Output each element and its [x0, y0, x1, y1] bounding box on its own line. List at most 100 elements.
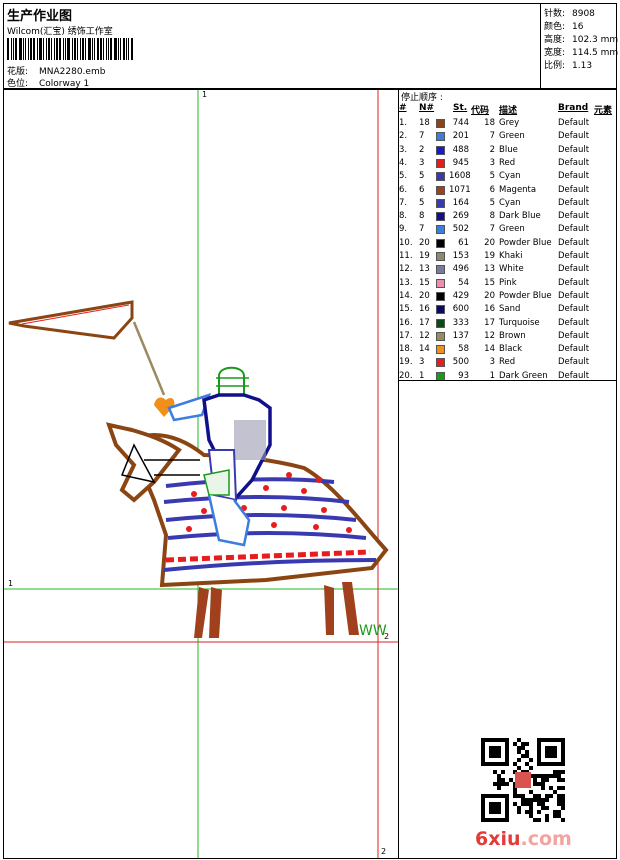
- stitch-count: 153: [452, 251, 469, 261]
- thread-brand: Default: [558, 197, 590, 208]
- thread-code: 3: [489, 357, 495, 368]
- thread-code: 20: [484, 237, 495, 248]
- row-number: 3.: [399, 144, 408, 155]
- legend-row: 16. 17 333 17 Turquoise Default: [399, 317, 616, 330]
- thread-code: 19: [484, 251, 495, 261]
- needle-number: 16: [419, 304, 430, 315]
- thread-code: 13: [484, 264, 495, 275]
- axis-label-bottom: 2: [381, 847, 387, 856]
- row-number: 7.: [399, 197, 408, 208]
- thread-brand: Default: [558, 211, 590, 222]
- thread-description: Khaki: [499, 251, 523, 261]
- stat-colors: 颜色: 16: [544, 22, 584, 32]
- col-code: 代码: [471, 106, 490, 116]
- stitch-count: 1071: [449, 184, 471, 195]
- thread-description: Cyan: [499, 197, 521, 208]
- stitch-count: 61: [458, 237, 469, 248]
- thread-description: Red: [499, 157, 516, 168]
- stitch-count: 500: [452, 357, 469, 368]
- header-info: 生产作业图 Wilcom(汇宝) 绣饰工作室 花版: MNA2280.emb 色位…: [4, 4, 541, 89]
- needle-number: 5: [419, 197, 425, 208]
- company-name: Wilcom(汇宝) 绣饰工作室: [7, 27, 113, 37]
- thread-code: 17: [484, 317, 495, 328]
- design-canvas: WW 1 1 2 2: [3, 89, 399, 859]
- needle-number: 19: [419, 251, 430, 261]
- thread-brand: Default: [558, 290, 590, 301]
- row-number: 13.: [399, 277, 413, 288]
- stop-sequence-title: 停止顺序 :: [401, 93, 443, 103]
- thread-brand: Default: [558, 171, 590, 182]
- needle-number: 15: [419, 277, 430, 288]
- thread-brand: Default: [558, 304, 590, 315]
- thread-description: Brown: [499, 330, 526, 341]
- thread-code: 5: [489, 171, 495, 182]
- row-number: 17.: [399, 330, 413, 341]
- header-panel: 生产作业图 Wilcom(汇宝) 绣饰工作室 花版: MNA2280.emb 色位…: [3, 3, 619, 89]
- legend-row: 3. 2 488 2 Blue Default: [399, 144, 616, 157]
- stitch-count: 54: [458, 277, 469, 288]
- color-swatch: [436, 331, 445, 341]
- row-number: 11.: [399, 251, 413, 261]
- thread-brand: Default: [558, 184, 590, 195]
- thread-brand: Default: [558, 264, 590, 275]
- thread-brand: Default: [558, 144, 590, 155]
- color-swatch: [436, 318, 445, 328]
- stitch-count: 201: [452, 131, 469, 142]
- stitch-count: 429: [452, 290, 469, 301]
- thread-code: 20: [484, 290, 495, 301]
- qr-code: [481, 738, 565, 822]
- axis-label-top: 1: [202, 90, 208, 99]
- thread-description: Sand: [499, 304, 521, 315]
- thread-code: 7: [489, 224, 495, 235]
- thread-description: Powder Blue: [499, 290, 552, 301]
- row-number: 1.: [399, 118, 408, 128]
- color-swatch: [436, 358, 445, 368]
- axis-label-right: 2: [384, 632, 390, 641]
- thread-description: Blue: [499, 144, 518, 155]
- legend-row: 4. 3 945 3 Red Default: [399, 157, 616, 170]
- stat-width: 宽度: 114.5 mm: [544, 48, 619, 58]
- legend-row: 11. 19 153 19 Khaki Default: [399, 250, 616, 263]
- thread-brand: Default: [558, 157, 590, 168]
- stitch-count: 488: [452, 144, 469, 155]
- stat-stitches: 针数: 8908: [544, 9, 595, 19]
- color-swatch: [436, 198, 445, 208]
- row-number: 8.: [399, 211, 408, 222]
- legend-row: 19. 3 500 3 Red Default: [399, 356, 616, 369]
- stat-height: 高度: 102.3 mm: [544, 35, 619, 45]
- row-number: 19.: [399, 357, 413, 368]
- thread-brand: Default: [558, 344, 590, 355]
- stitch-count: 269: [452, 211, 469, 222]
- stat-scale: 比例: 1.13: [544, 61, 593, 71]
- col-stitches: St.: [453, 103, 468, 113]
- thread-description: Black: [499, 344, 522, 355]
- thread-description: Pink: [499, 277, 517, 288]
- col-num: #: [399, 103, 407, 113]
- stitch-count: 502: [452, 224, 469, 235]
- needle-number: 8: [419, 211, 425, 222]
- stitch-count: 945: [452, 157, 469, 168]
- thread-description: Green: [499, 224, 525, 235]
- color-swatch: [436, 252, 445, 261]
- needle-number: 3: [419, 157, 425, 168]
- color-swatch: [436, 265, 445, 275]
- legend-row: 9. 7 502 7 Green Default: [399, 223, 616, 236]
- color-swatch: [436, 132, 445, 142]
- col-element: 元素: [594, 106, 613, 116]
- thread-code: 12: [484, 330, 495, 341]
- thread-code: 8: [489, 211, 495, 222]
- needle-number: 5: [419, 171, 425, 182]
- stitch-count: 137: [452, 330, 469, 341]
- thread-description: Turquoise: [499, 317, 540, 328]
- needle-number: 17: [419, 317, 430, 328]
- color-swatch: [436, 145, 445, 155]
- watermark-logo: 6xiu.com: [475, 828, 572, 850]
- legend-row: 15. 16 600 16 Sand Default: [399, 303, 616, 316]
- thread-code: 3: [489, 157, 495, 168]
- row-number: 4.: [399, 157, 408, 168]
- legend-row: 5. 5 1608 5 Cyan Default: [399, 170, 616, 183]
- thread-brand: Default: [558, 317, 590, 328]
- needle-number: 12: [419, 330, 430, 341]
- legend-divider: [399, 380, 616, 381]
- color-swatch: [436, 212, 445, 222]
